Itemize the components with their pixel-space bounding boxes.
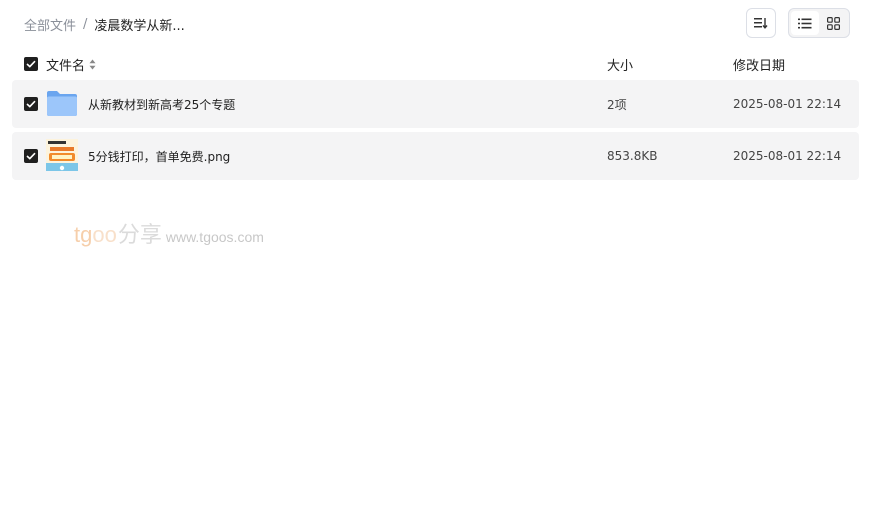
file-row-image[interactable]: 5分钱打印，首单免费.png 853.8KB 2025-08-01 22:14	[12, 132, 859, 180]
grid-view-button[interactable]	[819, 11, 847, 35]
select-all-checkbox[interactable]	[24, 57, 38, 71]
check-icon	[26, 60, 36, 68]
sort-list-icon	[754, 18, 768, 29]
size-column-header: 大小	[607, 58, 634, 74]
check-icon	[26, 152, 36, 160]
folder-icon	[46, 89, 78, 120]
breadcrumb: 全部文件 / 凌晨数学从新...	[24, 14, 185, 34]
row-checkbox[interactable]	[24, 97, 38, 111]
check-icon	[26, 100, 36, 108]
file-row-folder[interactable]: 从新教材到新高考25个专题 2项 2025-08-01 22:14	[12, 80, 859, 128]
sort-arrows-icon[interactable]	[89, 59, 96, 70]
list-view-icon	[798, 18, 812, 28]
file-list-header: 文件名 大小 修改日期	[12, 52, 859, 76]
file-size: 2项	[607, 97, 627, 112]
name-column-label: 文件名	[46, 58, 86, 74]
breadcrumb-root-link[interactable]: 全部文件	[24, 15, 76, 34]
file-date: 2025-08-01 22:14	[733, 97, 842, 111]
list-view-button[interactable]	[791, 11, 819, 35]
breadcrumb-current: 凌晨数学从新...	[94, 18, 185, 34]
name-column-header[interactable]: 文件名	[46, 55, 607, 74]
file-size: 853.8KB	[607, 149, 658, 163]
watermark-url: www.tgoos.com	[165, 229, 264, 245]
view-mode-toggle	[788, 8, 850, 38]
file-name[interactable]: 从新教材到新高考25个专题	[88, 96, 235, 113]
grid-view-icon	[826, 16, 840, 30]
date-column-header: 修改日期	[733, 58, 786, 74]
row-checkbox[interactable]	[24, 149, 38, 163]
watermark-logo: tg oo 分享 www.tgoos.com	[74, 222, 264, 248]
file-name[interactable]: 5分钱打印，首单免费.png	[88, 148, 230, 165]
image-thumbnail-icon	[46, 138, 78, 174]
breadcrumb-separator: /	[83, 16, 88, 32]
view-toolbar	[746, 8, 850, 38]
file-date: 2025-08-01 22:14	[733, 149, 842, 163]
sort-button[interactable]	[746, 8, 776, 38]
